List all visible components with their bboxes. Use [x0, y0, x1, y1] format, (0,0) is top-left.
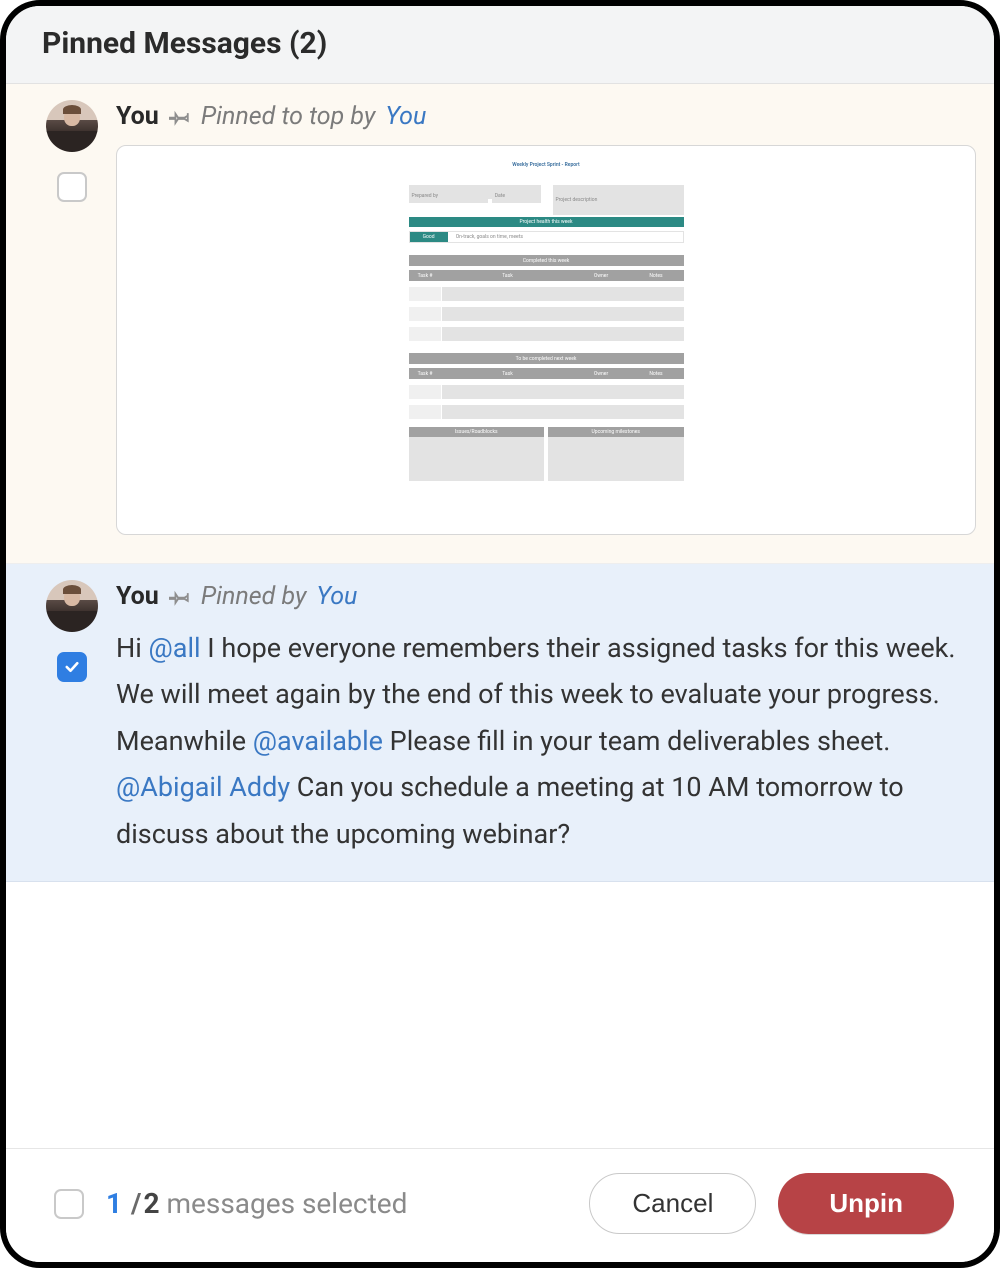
pin-icon: [169, 586, 191, 608]
pinned-messages-dialog: Pinned Messages (2) You Pinned to top by…: [0, 0, 1000, 1268]
mention-abigail[interactable]: @Abigail Addy: [116, 771, 290, 803]
attachment-preview[interactable]: Weekly Project Sprint - Report Project n…: [116, 145, 976, 535]
message-body: You Pinned by You Hi @all I hope everyon…: [116, 580, 976, 857]
prepared-by-field: Prepared by: [409, 189, 488, 203]
table-row: [409, 307, 684, 321]
pin-icon: [169, 106, 191, 128]
avatar: [46, 100, 98, 152]
cancel-button[interactable]: Cancel: [589, 1173, 756, 1234]
pinned-text: Pinned by: [201, 582, 307, 611]
dialog-title: Pinned Messages (2): [42, 26, 958, 61]
mention-all[interactable]: @all: [149, 632, 201, 664]
pinned-by-user[interactable]: You: [316, 582, 357, 611]
table-row: [409, 405, 684, 419]
table-header-row: Task # Task Owner Notes: [409, 270, 684, 281]
date-field: Date: [492, 189, 541, 203]
col-task-no: Task #: [409, 368, 442, 379]
col-notes: Notes: [629, 368, 684, 379]
report-title: Weekly Project Sprint - Report: [409, 162, 684, 168]
pinned-by-user[interactable]: You: [385, 102, 426, 131]
table-header-row: Task # Task Owner Notes: [409, 368, 684, 379]
avatar: [46, 580, 98, 632]
section-next-title: To be completed next week: [409, 353, 684, 364]
issues-header: Issues/Roadblocks: [409, 427, 545, 437]
select-checkbox[interactable]: [57, 652, 87, 682]
health-good-badge: Good: [410, 232, 448, 242]
section-completed-title: Completed this week: [409, 255, 684, 266]
selection-suffix: messages selected: [160, 1187, 408, 1220]
mention-available[interactable]: @available: [253, 725, 383, 757]
select-all-checkbox[interactable]: [54, 1189, 84, 1219]
col-notes: Notes: [629, 270, 684, 281]
col-task: Task: [442, 368, 574, 379]
pin-info-line: You Pinned by You: [116, 582, 976, 611]
selection-count: 1 /2 messages selected: [106, 1187, 567, 1220]
check-icon: [63, 658, 81, 676]
table-row: [409, 287, 684, 301]
issues-body: [409, 437, 545, 481]
unpin-button[interactable]: Unpin: [778, 1173, 954, 1234]
bottom-boxes: Issues/Roadblocks Upcoming milestones: [409, 427, 684, 481]
message-left-column: [46, 580, 98, 857]
col-owner: Owner: [574, 270, 629, 281]
dialog-footer: 1 /2 messages selected Cancel Unpin: [6, 1148, 994, 1262]
message-body: You Pinned to top by You Weekly Project …: [116, 100, 976, 535]
message-left-column: [46, 100, 98, 535]
milestones-header: Upcoming milestones: [548, 427, 684, 437]
pinned-message[interactable]: You Pinned to top by You Weekly Project …: [6, 84, 994, 564]
messages-list: You Pinned to top by You Weekly Project …: [6, 84, 994, 1148]
report-document: Weekly Project Sprint - Report Project n…: [409, 156, 684, 524]
col-task: Task: [442, 270, 574, 281]
message-author: You: [116, 102, 159, 131]
message-author: You: [116, 582, 159, 611]
select-checkbox[interactable]: [57, 172, 87, 202]
pinned-message[interactable]: You Pinned by You Hi @all I hope everyon…: [6, 564, 994, 882]
total-number: 2: [143, 1187, 159, 1220]
section-health-title: Project health this week: [409, 217, 684, 227]
report-subtitle: [409, 172, 684, 177]
col-owner: Owner: [574, 368, 629, 379]
dialog-header: Pinned Messages (2): [6, 6, 994, 84]
col-task-no: Task #: [409, 270, 442, 281]
selected-number: 1: [106, 1187, 122, 1220]
milestones-body: [548, 437, 684, 481]
table-row: [409, 327, 684, 341]
table-row: [409, 385, 684, 399]
message-text: Hi @all I hope everyone remembers their …: [116, 625, 976, 857]
pinned-text: Pinned to top by: [201, 102, 376, 131]
health-text: On-track, goals on time, meets: [452, 232, 683, 242]
pin-info-line: You Pinned to top by You: [116, 102, 976, 131]
